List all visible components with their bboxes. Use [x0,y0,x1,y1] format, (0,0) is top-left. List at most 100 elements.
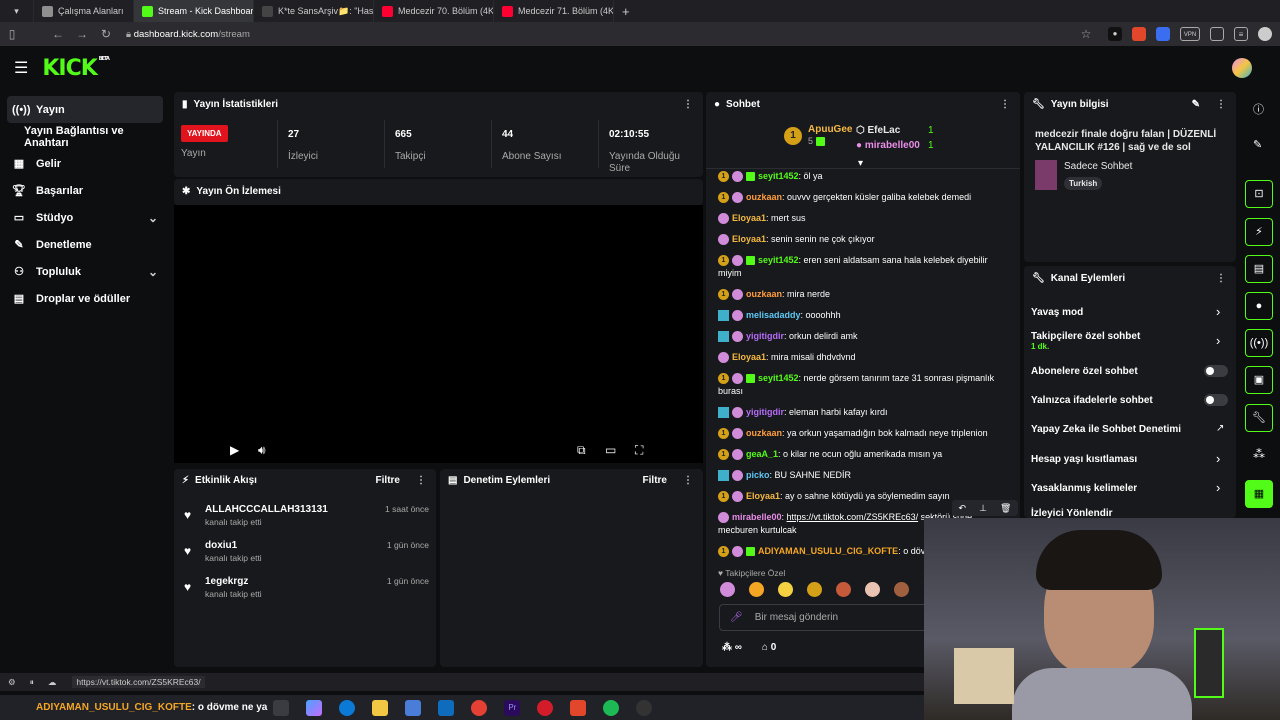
copilot-icon[interactable] [306,699,323,716]
extension-icon[interactable]: ● [1108,27,1122,41]
browser-tab[interactable]: K*te SansArşiv📁: "Hasan A [254,0,374,22]
delete-icon[interactable]: 🗑︎ [1000,500,1011,516]
emote-icon[interactable] [865,582,880,597]
category-name[interactable]: Sadece Sohbet [1064,161,1132,172]
sidebar-item-yayin[interactable]: ((•)) Yayın [7,96,163,123]
file-explorer-icon[interactable] [372,699,389,716]
gift-icon[interactable]: ⌂ 0 [762,642,776,653]
back-icon[interactable]: ← [46,27,70,41]
chat-username[interactable]: seyit1452 [758,255,799,265]
tools-widget-button[interactable]: 🔧︎ [1245,404,1273,432]
emote-icon[interactable] [894,582,909,597]
preview-widget-button[interactable]: ⊡ [1245,180,1273,208]
kebab-menu-icon[interactable]: ⋮ [1216,273,1226,284]
layout-widget-button[interactable]: ▣ [1245,366,1273,394]
chat-username[interactable]: ouzkaan [746,289,782,299]
theater-icon[interactable]: ▭ [605,443,616,457]
chat-link[interactable]: https://vt.tiktok.com/ZS5KREc63/ [787,512,919,522]
cloud-icon[interactable]: ☁ [48,677,57,688]
chat-username[interactable]: ouzkaan [746,192,782,202]
chat-widget-button[interactable]: ● [1245,292,1273,320]
chat-message[interactable]: 1 ouzkaan: mira nerde [712,288,1012,301]
pin-icon[interactable]: ⊥ [979,500,987,516]
emote-icon[interactable] [807,582,822,597]
chat-message[interactable]: melisadaddy: oooohhh [712,309,1012,322]
premiere-icon[interactable]: Pr [504,699,521,716]
emotes-only-toggle[interactable] [1204,394,1228,406]
chat-username[interactable]: seyit1452 [758,373,799,383]
followers-only-item[interactable]: Takipçilere özel sohbet 1 dk. [1031,331,1140,351]
vpn-button[interactable]: VPN [1180,27,1200,41]
filter-button[interactable]: Filtre [643,475,667,486]
brave-icon[interactable] [570,699,587,716]
sidebar-item-droplar[interactable]: ▤ Droplar ve ödüller [0,285,170,312]
chat-message[interactable]: 1 seyit1452: öl ya [712,170,1012,183]
activity-widget-button[interactable]: ⚡︎ [1245,218,1273,246]
chat-username[interactable]: Eloyaa1 [732,234,766,244]
menu-icon[interactable]: ≡ [1234,27,1248,41]
browser-menu-icon[interactable]: ▾ [0,0,34,22]
volume-icon[interactable]: 🔊︎ [258,443,266,458]
connections-icon[interactable]: ⁂ [1253,447,1265,461]
top-chatter-2[interactable]: ⬡ EfeLac 1 [856,125,946,136]
points-icon[interactable]: ⁂ ∞ [722,642,742,653]
pause-icon[interactable]: ⏸︎ [30,677,34,688]
reload-icon[interactable]: ↻ [94,27,118,41]
chat-username[interactable]: ADIYAMAN_USULU_CIG_KOFTE [758,546,898,556]
emote-icon[interactable] [720,582,735,597]
filter-button[interactable]: Filtre [376,475,400,486]
chat-message[interactable]: Eloyaa1: mira misali dhdvdvnd [712,351,1012,364]
chat-username[interactable]: Eloyaa1 [746,491,780,501]
sidebar-item-studyo[interactable]: ▭ Stüdyo ⌄ [0,204,170,231]
modlog-widget-button[interactable]: ▤ [1245,255,1273,283]
edit-icon[interactable]: ✎ [1253,138,1262,151]
edge-icon[interactable] [339,699,356,716]
browser-tab[interactable]: Çalışma Alanları [34,0,134,22]
kebab-menu-icon[interactable]: ⋮ [416,475,426,486]
reply-icon[interactable]: ↶ [959,500,967,516]
chrome-icon[interactable] [471,699,488,716]
chevron-right-icon[interactable]: › [1216,480,1220,495]
sidebar-item-gelir[interactable]: ▦ Gelir [0,150,170,177]
language-tag[interactable]: Turkish [1064,177,1103,190]
obs-icon[interactable] [636,699,653,716]
kebab-menu-icon[interactable]: ⋮ [1000,99,1010,110]
top-chatter-1[interactable]: 1 ApuuGee 5 [784,124,852,147]
banned-words-item[interactable]: Yasaklanmış kelimeler [1031,483,1137,494]
store-icon[interactable] [405,699,422,716]
chat-username[interactable]: geaA_1 [746,449,778,459]
chat-username[interactable]: Eloyaa1 [732,213,766,223]
stream-preview-video[interactable]: ▶ 🔊︎ ⧉ ▭ ⛶ [174,205,703,463]
chat-username[interactable]: yigitigdir [746,407,784,417]
settings-icon[interactable]: ⚙ [8,677,16,688]
taskview-icon[interactable] [273,699,290,716]
new-tab-button[interactable]: + [614,0,638,22]
sidebar-item-denetleme[interactable]: ✎ Denetleme [0,231,170,258]
emote-icon[interactable] [749,582,764,597]
kebab-menu-icon[interactable]: ⋮ [683,475,693,486]
forward-icon[interactable]: → [70,27,94,41]
info-icon[interactable]: ⓘ [1253,101,1264,117]
subscribers-only-toggle[interactable] [1204,365,1228,377]
slow-mode-item[interactable]: Yavaş mod [1031,307,1083,318]
sidebar-item-stream-key[interactable]: Yayın Bağlantısı ve Anahtarı [0,123,170,150]
chat-username[interactable]: mirabelle00 [732,512,782,522]
sidebar-item-basarilar[interactable]: 🏆︎ Başarılar [0,177,170,204]
chat-message[interactable]: yigitigdir: eleman harbi kafayı kırdı [712,406,1012,419]
emote-icon[interactable] [778,582,793,597]
chat-username[interactable]: melisadaddy [746,310,801,320]
chat-username[interactable]: ouzkaan [746,428,782,438]
profile-icon[interactable] [1258,27,1272,41]
browser-tab[interactable]: Medcezir 70. Bölüm (4K) - [374,0,494,22]
top-chatter-3[interactable]: ● mirabelle00 1 [856,140,946,151]
kebab-menu-icon[interactable]: ⋮ [683,99,693,110]
user-avatar[interactable] [1232,58,1252,78]
chat-message[interactable]: Eloyaa1: senin senin ne çok çıkıyor [712,233,1012,246]
external-link-icon[interactable]: ↗ [1216,423,1224,434]
browser-tab[interactable]: Stream - Kick Dashboard [134,0,254,22]
extension2-icon[interactable] [1156,27,1170,41]
outlook-icon[interactable] [438,699,455,716]
chat-message[interactable]: 1 ouzkaan: ya orkun yaşamadığın bok kalma… [712,427,1012,440]
emote-icon[interactable] [836,582,851,597]
chat-username[interactable]: Eloyaa1 [732,352,766,362]
